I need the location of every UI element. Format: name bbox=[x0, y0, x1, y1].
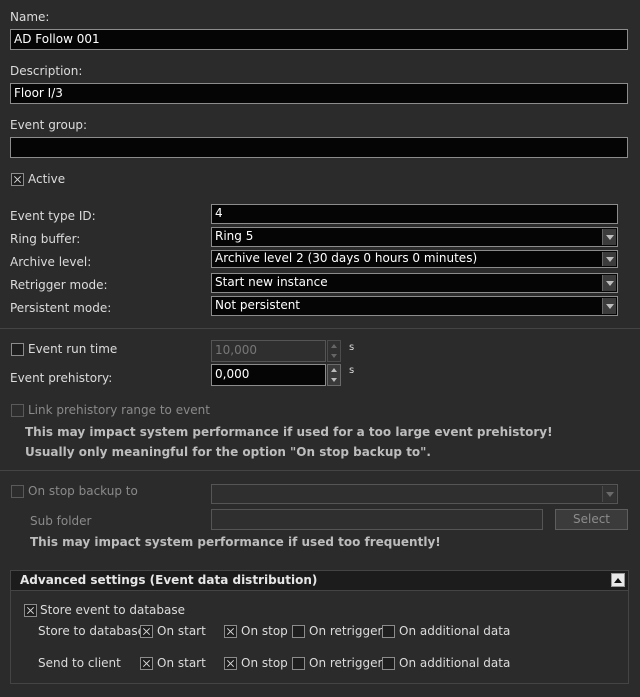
archive-level-select[interactable]: Archive level 2 (30 days 0 hours 0 minut… bbox=[211, 250, 618, 268]
archive-level-value: Archive level 2 (30 days 0 hours 0 minut… bbox=[215, 251, 478, 265]
on-stop-backup-select[interactable] bbox=[211, 484, 618, 504]
event-type-id-label: Event type ID: bbox=[10, 209, 96, 223]
persistent-mode-select[interactable]: Not persistent bbox=[211, 296, 618, 316]
store-on-stop-label: On stop bbox=[241, 624, 288, 638]
retrigger-mode-select[interactable]: Start new instance bbox=[211, 273, 618, 293]
event-prehistory-label: Event prehistory: bbox=[10, 371, 113, 385]
backup-warning: This may impact system performance if us… bbox=[30, 535, 441, 549]
chevron-down-icon[interactable] bbox=[602, 298, 616, 314]
event-run-time-checkbox[interactable] bbox=[11, 343, 24, 356]
event-group-input[interactable] bbox=[10, 137, 628, 158]
send-to-client-label: Send to client bbox=[38, 656, 121, 670]
stepper-down-icon[interactable] bbox=[328, 375, 340, 385]
event-type-id-input[interactable]: 4 bbox=[211, 204, 618, 224]
event-prehistory-input[interactable]: 0,000 bbox=[211, 364, 326, 386]
link-prehistory-label: Link prehistory range to event bbox=[28, 403, 210, 417]
prehistory-warning-2: Usually only meaningful for the option "… bbox=[25, 445, 431, 459]
event-prehistory-stepper[interactable] bbox=[327, 364, 341, 386]
chevron-down-icon[interactable] bbox=[602, 275, 616, 291]
client-on-additional-data-label: On additional data bbox=[399, 656, 511, 670]
store-on-start-checkbox[interactable] bbox=[140, 625, 153, 638]
description-label: Description: bbox=[10, 64, 83, 78]
client-on-stop-label: On stop bbox=[241, 656, 288, 670]
store-on-start-label: On start bbox=[157, 624, 206, 638]
client-on-start-checkbox[interactable] bbox=[140, 657, 153, 670]
collapse-icon[interactable] bbox=[611, 573, 625, 587]
persistent-mode-value: Not persistent bbox=[215, 298, 301, 312]
sub-folder-label: Sub folder bbox=[30, 514, 92, 528]
store-event-label: Store event to database bbox=[40, 603, 186, 617]
sub-folder-input[interactable] bbox=[211, 509, 543, 530]
event-run-time-stepper[interactable] bbox=[327, 340, 341, 362]
active-checkbox[interactable] bbox=[11, 173, 24, 186]
on-stop-backup-checkbox[interactable] bbox=[11, 485, 24, 498]
prehistory-warning-1: This may impact system performance if us… bbox=[25, 425, 553, 439]
advanced-settings-title: Advanced settings (Event data distributi… bbox=[20, 573, 318, 587]
chevron-down-icon[interactable] bbox=[602, 229, 616, 245]
link-prehistory-checkbox[interactable] bbox=[11, 404, 24, 417]
store-on-stop-checkbox[interactable] bbox=[224, 625, 237, 638]
ring-buffer-label: Ring buffer: bbox=[10, 232, 81, 246]
section-divider bbox=[0, 470, 640, 471]
on-stop-backup-label: On stop backup to bbox=[28, 484, 138, 498]
client-on-additional-data-checkbox[interactable] bbox=[382, 657, 395, 670]
client-on-retrigger-label: On retrigger bbox=[309, 656, 383, 670]
stepper-up-icon[interactable] bbox=[328, 365, 340, 375]
chevron-down-icon[interactable] bbox=[602, 486, 616, 502]
chevron-down-icon[interactable] bbox=[602, 252, 616, 266]
stepper-down-icon[interactable] bbox=[328, 351, 340, 361]
name-label: Name: bbox=[10, 10, 50, 24]
store-on-additional-data-checkbox[interactable] bbox=[382, 625, 395, 638]
archive-level-label: Archive level: bbox=[10, 255, 92, 269]
event-run-time-unit: s bbox=[349, 342, 355, 353]
ring-buffer-select[interactable]: Ring 5 bbox=[211, 227, 618, 247]
retrigger-mode-label: Retrigger mode: bbox=[10, 278, 108, 292]
event-prehistory-unit: s bbox=[349, 365, 355, 376]
event-group-label: Event group: bbox=[10, 118, 88, 132]
section-divider bbox=[0, 328, 640, 329]
client-on-start-label: On start bbox=[157, 656, 206, 670]
store-to-database-label: Store to database bbox=[38, 624, 146, 638]
retrigger-mode-value: Start new instance bbox=[215, 275, 328, 289]
active-label: Active bbox=[28, 172, 66, 186]
stepper-up-icon[interactable] bbox=[328, 341, 340, 351]
event-run-time-input[interactable]: 10,000 bbox=[211, 340, 326, 362]
persistent-mode-label: Persistent mode: bbox=[10, 301, 112, 315]
description-input[interactable]: Floor I/3 bbox=[10, 83, 628, 104]
ring-buffer-value: Ring 5 bbox=[215, 229, 254, 243]
client-on-retrigger-checkbox[interactable] bbox=[292, 657, 305, 670]
store-on-additional-data-label: On additional data bbox=[399, 624, 511, 638]
client-on-stop-checkbox[interactable] bbox=[224, 657, 237, 670]
store-event-checkbox[interactable] bbox=[24, 604, 37, 617]
event-run-time-label: Event run time bbox=[28, 342, 118, 356]
store-on-retrigger-checkbox[interactable] bbox=[292, 625, 305, 638]
name-input[interactable]: AD Follow 001 bbox=[10, 29, 628, 50]
select-button[interactable]: Select bbox=[555, 509, 628, 530]
advanced-settings-header[interactable]: Advanced settings (Event data distributi… bbox=[10, 570, 629, 591]
store-on-retrigger-label: On retrigger bbox=[309, 624, 383, 638]
